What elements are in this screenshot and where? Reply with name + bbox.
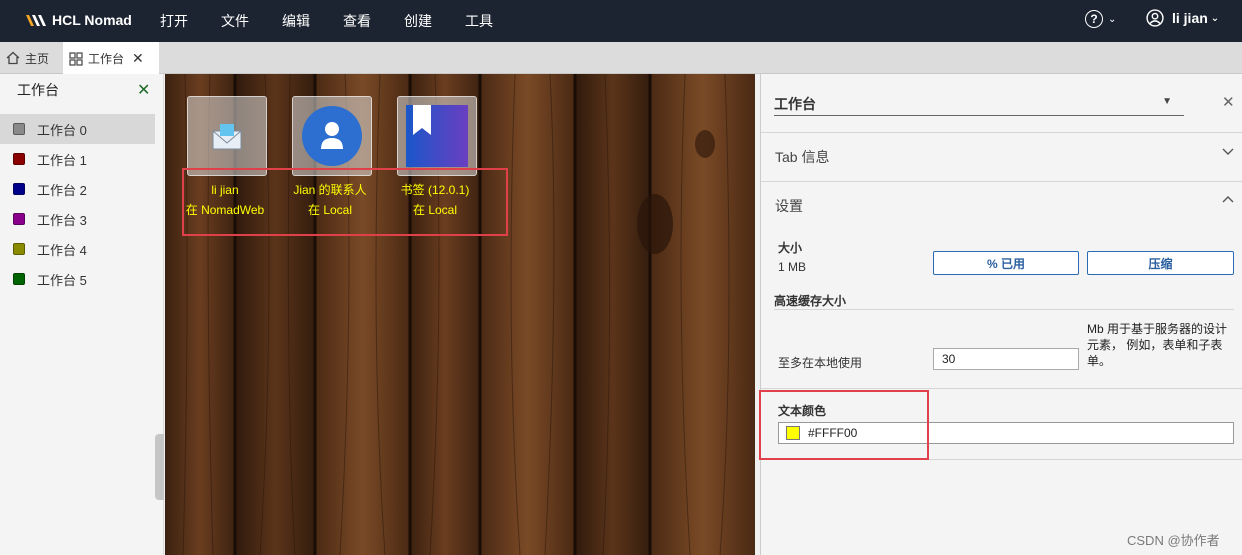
workspace-item[interactable]: 工作台 5	[0, 264, 155, 294]
workspace-list-panel: 工作台 ✕ 工作台 0 工作台 1 工作台 2 工作台 3 工作台 4 工作台 …	[0, 74, 164, 555]
menu-edit[interactable]: 编辑	[282, 0, 310, 42]
section-title[interactable]: 设置	[775, 196, 803, 216]
close-panel-icon[interactable]: ✕	[137, 80, 150, 100]
local-use-label: 至多在本地使用	[778, 356, 863, 370]
menu-tools[interactable]: 工具	[465, 0, 493, 42]
highlight-box	[759, 390, 929, 460]
panel-title: 工作台	[17, 82, 59, 98]
highlight-box	[182, 168, 508, 236]
workspace-list: 工作台 0 工作台 1 工作台 2 工作台 3 工作台 4 工作台 5	[0, 114, 155, 294]
tab-workspace-label: 工作台	[88, 52, 125, 66]
used-percent-button[interactable]: % 已用	[933, 251, 1079, 275]
workspace-item[interactable]: 工作台 1	[0, 144, 155, 174]
tab-workspace[interactable]: 工作台 ✕	[63, 42, 159, 75]
workspace-canvas[interactable]: li jian 在 NomadWeb Jian 的联系人 在 Local 书签	[165, 74, 755, 555]
workspace-selector[interactable]: 工作台 ▼	[774, 94, 1184, 116]
local-cache-input[interactable]: 30	[933, 348, 1079, 370]
help-icon: ?	[1085, 10, 1103, 28]
grid-icon	[69, 51, 83, 66]
divider	[761, 388, 1242, 389]
workspace-item[interactable]: 工作台 4	[0, 234, 155, 264]
color-swatch	[13, 153, 25, 165]
workspace-label: 工作台 0	[37, 122, 87, 138]
bookmark-icon	[406, 105, 468, 167]
app-name: HCL Nomad	[52, 12, 132, 28]
color-swatch	[13, 273, 25, 285]
hcl-logo-icon	[26, 15, 46, 26]
size-label: 大小	[778, 241, 803, 255]
tab-home[interactable]: 主页	[0, 42, 62, 74]
menu-open[interactable]: 打开	[160, 0, 188, 42]
size-value: 1 MB	[778, 260, 807, 274]
menu-file[interactable]: 文件	[221, 0, 249, 42]
home-icon	[6, 51, 20, 65]
chevron-up-icon[interactable]	[1222, 194, 1234, 209]
workspace-item[interactable]: 工作台 2	[0, 174, 155, 204]
color-swatch	[13, 213, 25, 225]
close-icon[interactable]: ✕	[1222, 93, 1235, 111]
color-swatch	[13, 243, 25, 255]
panel-resize-handle[interactable]	[155, 434, 164, 500]
app-tile[interactable]	[187, 96, 267, 176]
user-menu-button[interactable]: li jian ⌄	[1146, 9, 1219, 27]
divider	[774, 309, 1234, 310]
workspace-label: 工作台 1	[37, 152, 87, 168]
workspace-item[interactable]: 工作台 0	[0, 114, 155, 144]
dropdown-arrow-icon: ▼	[1162, 96, 1172, 107]
app-tile[interactable]	[397, 96, 477, 176]
compress-button[interactable]: 压缩	[1087, 251, 1234, 275]
tab-info-section[interactable]: Tab 信息	[761, 132, 1242, 181]
user-name: li jian	[1172, 10, 1208, 26]
mail-icon	[212, 124, 242, 150]
cache-note: Mb 用于基于服务器的设计元素， 例如，表单和子表单。	[1087, 322, 1228, 368]
workspace-label: 工作台 5	[37, 272, 87, 288]
properties-panel: 工作台 ▼ ✕ Tab 信息 设置 大小 1 MB % 已用 压缩 高速缓存大小…	[760, 74, 1242, 555]
tab-home-label: 主页	[25, 51, 50, 66]
chevron-down-icon: ⌄	[1108, 13, 1117, 25]
contact-icon	[302, 106, 362, 166]
help-menu-button[interactable]: ? ⌄	[1085, 10, 1116, 28]
watermark: CSDN @协作者	[1127, 533, 1220, 548]
workspace-selector-value: 工作台	[774, 96, 816, 112]
close-tab-icon[interactable]: ✕	[132, 50, 144, 67]
main-menu: 打开 文件 编辑 查看 创建 工具	[160, 0, 526, 42]
color-swatch	[13, 183, 25, 195]
color-swatch	[13, 123, 25, 135]
tab-strip: 主页 工作台 ✕	[0, 42, 1242, 75]
workspace-item[interactable]: 工作台 3	[0, 204, 155, 234]
section-title: Tab 信息	[775, 149, 830, 165]
workspace-label: 工作台 2	[37, 182, 87, 198]
menu-view[interactable]: 查看	[343, 0, 371, 42]
user-icon	[1146, 9, 1164, 27]
menu-create[interactable]: 创建	[404, 0, 432, 42]
workspace-label: 工作台 3	[37, 212, 87, 228]
cache-size-label: 高速缓存大小	[774, 294, 847, 308]
app-brand[interactable]: HCL Nomad	[26, 10, 132, 30]
chevron-down-icon: ⌄	[1210, 12, 1220, 24]
chevron-down-icon	[1222, 145, 1234, 160]
top-bar: HCL Nomad 打开 文件 编辑 查看 创建 工具 ? ⌄ li jian …	[0, 0, 1242, 42]
workspace-label: 工作台 4	[37, 242, 87, 258]
app-tile[interactable]	[292, 96, 372, 176]
